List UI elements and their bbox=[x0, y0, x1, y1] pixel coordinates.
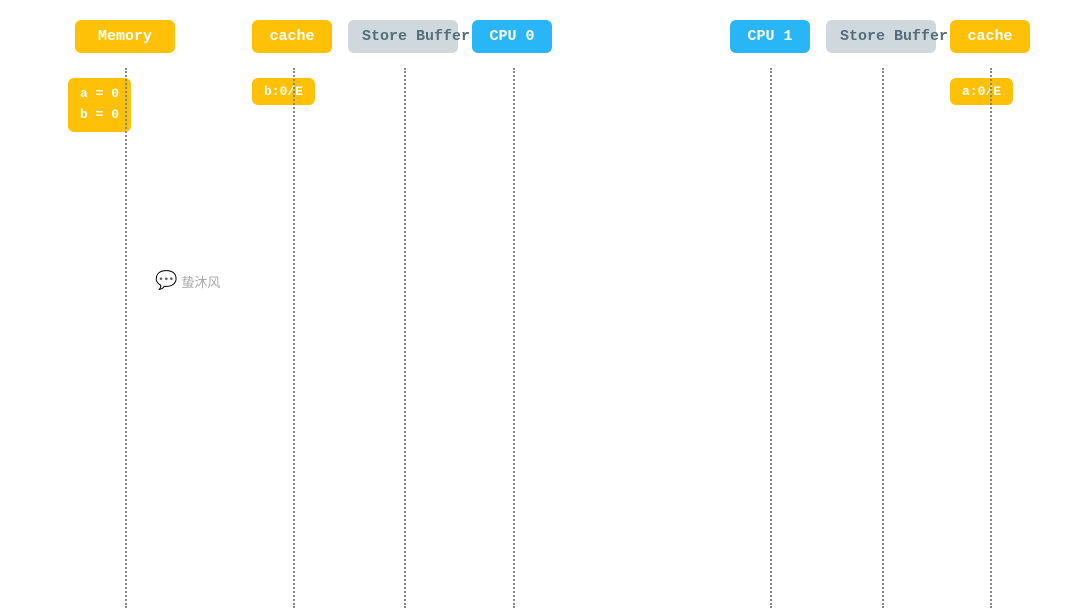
watermark-text: 蛰沐风 bbox=[181, 272, 220, 291]
cpu0-cache-header: cache bbox=[252, 20, 332, 53]
cpu1-header: CPU 1 bbox=[730, 20, 810, 53]
dotted-line-cache0 bbox=[293, 68, 295, 608]
dotted-line-memory bbox=[125, 68, 127, 608]
wechat-icon: 💬 bbox=[155, 270, 177, 292]
cpu0-storebuffer-header: Store Buffer bbox=[348, 20, 458, 53]
dotted-line-storebuf0 bbox=[404, 68, 406, 608]
dotted-line-cpu0 bbox=[513, 68, 515, 608]
memory-line1: a = 0 bbox=[80, 86, 119, 101]
cpu1-storebuffer-header: Store Buffer bbox=[826, 20, 936, 53]
cpu0-header: CPU 0 bbox=[472, 20, 552, 53]
memory-header: Memory bbox=[75, 20, 175, 53]
watermark: 💬 蛰沐风 bbox=[155, 270, 220, 292]
dotted-line-cpu1 bbox=[770, 68, 772, 608]
memory-line2: b = 0 bbox=[80, 107, 119, 122]
dotted-line-cache1 bbox=[990, 68, 992, 608]
cpu0-cache-content: b:0/E bbox=[252, 78, 315, 105]
diagram: Memory a = 0 b = 0 cache Store Buffer CP… bbox=[0, 0, 1080, 608]
memory-content: a = 0 b = 0 bbox=[68, 78, 131, 132]
cpu1-cache-header: cache bbox=[950, 20, 1030, 53]
cpu1-cache-content: a:0/E bbox=[950, 78, 1013, 105]
dotted-line-storebuf1 bbox=[882, 68, 884, 608]
